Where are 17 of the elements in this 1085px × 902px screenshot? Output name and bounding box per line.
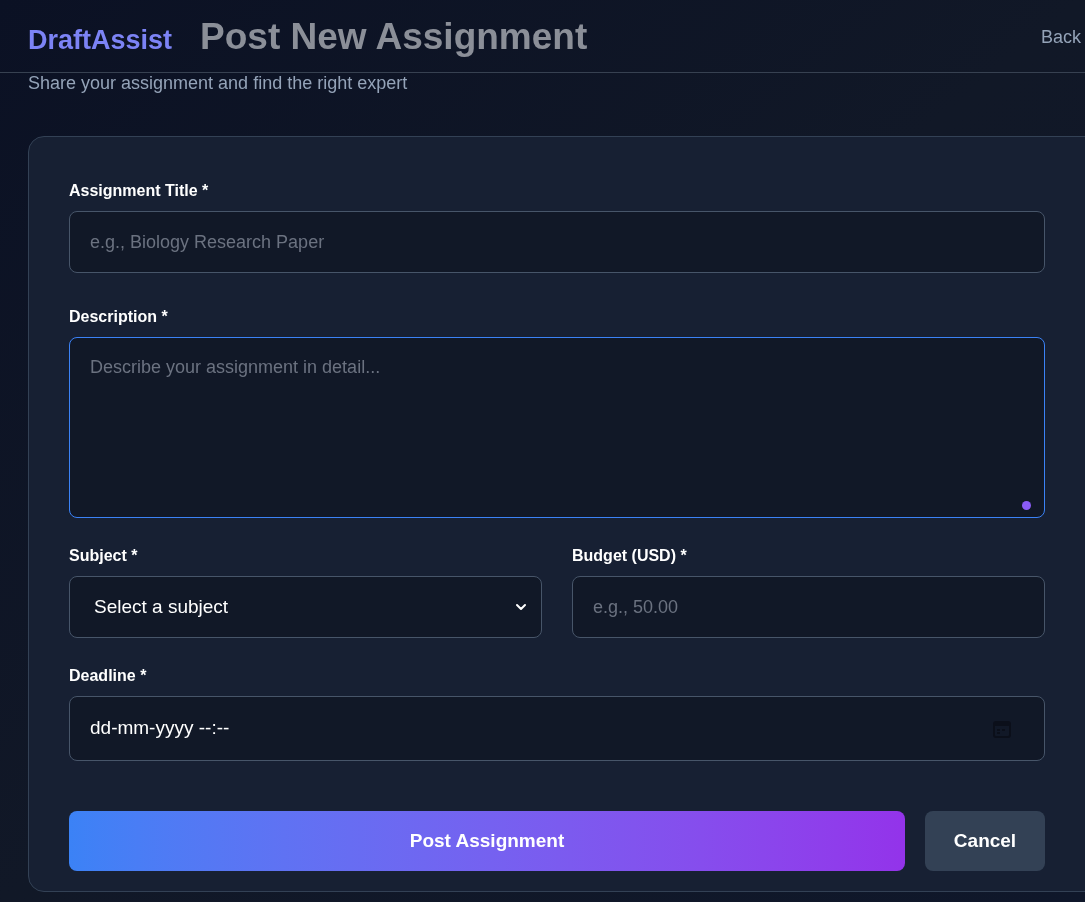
field-label: Assignment Title * (69, 181, 210, 201)
page-subtitle: Share your assignment and find the right expert (28, 73, 409, 93)
resize-handle-icon[interactable] (1022, 501, 1031, 510)
page-title: Post New Assignment (200, 16, 588, 58)
field-label: Deadline * (69, 666, 148, 686)
subject-select[interactable]: Select a subject (69, 576, 542, 638)
submit-button[interactable]: Post Assignment (69, 811, 905, 871)
description-field[interactable]: Describe your assignment in detail... (69, 337, 1045, 518)
cancel-button[interactable]: Cancel (925, 811, 1045, 871)
text-field[interactable]: e.g., Biology Research Paper (69, 211, 1045, 273)
deadline-field[interactable]: dd-mm-yyyy --:-- (69, 696, 1045, 761)
field-label: Description * (69, 307, 169, 327)
field-label: Budget (USD) * (572, 546, 688, 566)
logo[interactable]: DraftAssist (28, 20, 173, 61)
back-link[interactable]: Back (1040, 24, 1081, 51)
text-field[interactable]: e.g., 50.00 (572, 576, 1045, 638)
field-label: Subject * (69, 546, 139, 566)
